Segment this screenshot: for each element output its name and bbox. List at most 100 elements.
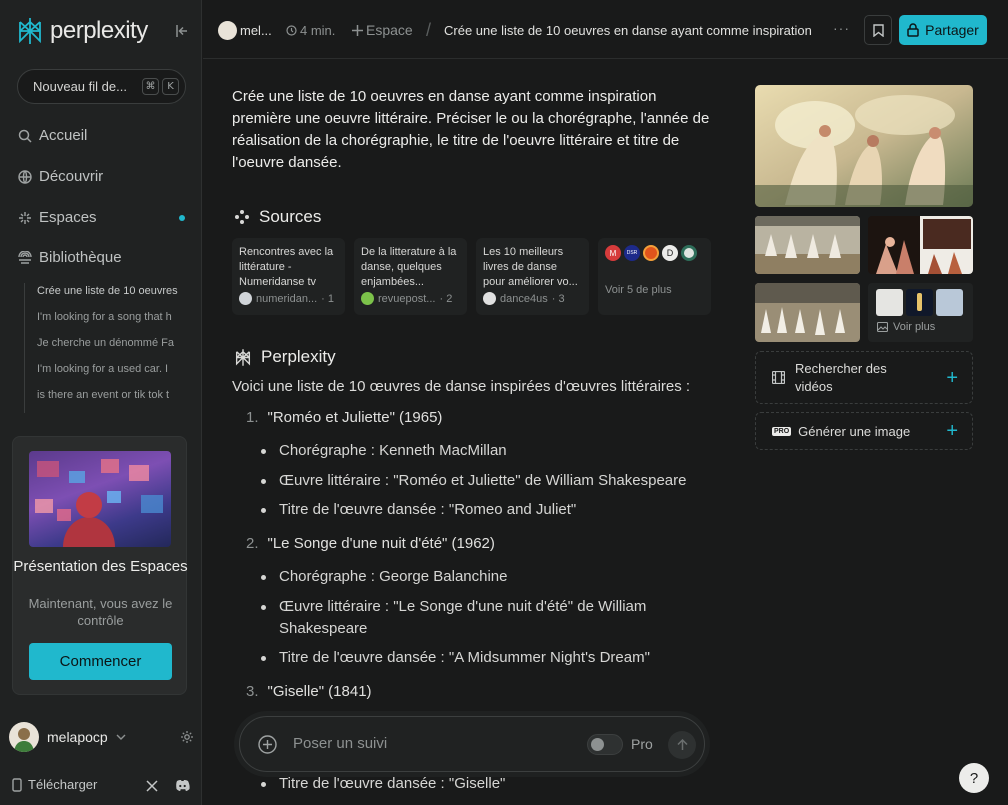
more-options-icon[interactable]: ··· bbox=[833, 20, 850, 36]
source-favicon bbox=[239, 292, 252, 305]
library-thread-item[interactable]: Crée une liste de 10 oeuvres bbox=[25, 283, 186, 309]
share-button[interactable]: Partager bbox=[899, 15, 987, 45]
source-site: revuepost... bbox=[378, 292, 436, 305]
list-item: Chorégraphe : Kenneth MacMillan bbox=[261, 440, 699, 462]
list-item: Œuvre littéraire : "Le Songe d'une nuit … bbox=[261, 596, 683, 640]
list-number: 1. bbox=[246, 409, 259, 426]
source-favicon bbox=[643, 245, 659, 261]
result-image-thumb[interactable] bbox=[868, 216, 973, 274]
user-question: Crée une liste de 10 oeuvres en danse ay… bbox=[232, 88, 710, 171]
source-favicon: D bbox=[662, 245, 678, 261]
nav-item-bibliotheque[interactable]: Bibliothèque bbox=[18, 249, 193, 266]
add-to-space-button[interactable]: Espace bbox=[352, 22, 413, 38]
toggle-knob bbox=[591, 738, 604, 751]
bookmark-button[interactable] bbox=[864, 15, 892, 45]
library-thread-item[interactable]: I'm looking for a song that h bbox=[25, 309, 186, 335]
lock-icon bbox=[907, 23, 919, 37]
source-card[interactable]: Rencontres avec la littérature - Numerid… bbox=[232, 238, 345, 315]
search-videos-label: Rechercher des vidéos bbox=[795, 360, 887, 394]
download-link[interactable]: Télécharger bbox=[12, 777, 97, 792]
start-button[interactable]: Commencer bbox=[29, 643, 172, 680]
header-time: 4 min. bbox=[286, 23, 335, 38]
source-card[interactable]: De la litterature à la danse, quelques e… bbox=[354, 238, 467, 315]
new-thread-label: Nouveau fil de... bbox=[33, 79, 127, 94]
sidebar: perplexity Nouveau fil de... ⌘ K Accueil… bbox=[0, 0, 202, 805]
collapse-sidebar-icon[interactable] bbox=[175, 24, 189, 38]
list-item-heading: 2. "Le Songe d'une nuit d'été" (1962) bbox=[246, 535, 495, 552]
promo-subtitle: Maintenant, vous avez le contrôle bbox=[28, 596, 173, 628]
avatar bbox=[9, 722, 39, 752]
library-thread-item[interactable]: is there an event or tik tok t bbox=[25, 387, 186, 413]
thread-title[interactable]: Crée une liste de 10 oeuvres en danse ay… bbox=[444, 23, 816, 38]
list-item: Titre de l'œuvre dansée : "A Midsummer N… bbox=[261, 647, 699, 669]
nav-item-accueil[interactable]: Accueil bbox=[18, 127, 193, 144]
nav-label: Bibliothèque bbox=[39, 249, 122, 266]
nav-item-decouvrir[interactable]: Découvrir bbox=[18, 168, 193, 185]
result-image-thumb[interactable] bbox=[755, 283, 860, 342]
sources-heading: Sources bbox=[234, 207, 321, 227]
time-label: 4 min. bbox=[300, 23, 336, 38]
search-icon bbox=[18, 129, 32, 143]
user-menu[interactable]: melapocp bbox=[9, 722, 194, 752]
generate-image-label: Générer une image bbox=[798, 423, 911, 439]
source-title: De la litterature à la danse, quelques e… bbox=[361, 246, 457, 288]
library-thread-list: Crée une liste de 10 oeuvres I'm looking… bbox=[24, 283, 186, 413]
download-label: Télécharger bbox=[28, 777, 98, 792]
preview-thumb bbox=[906, 289, 933, 316]
new-thread-button[interactable]: Nouveau fil de... ⌘ K bbox=[17, 69, 186, 104]
work-title: "Le Songe d'une nuit d'été" (1962) bbox=[267, 535, 495, 552]
shortcut-key-cmd: ⌘ bbox=[142, 78, 159, 95]
shortcut-key-k: K bbox=[162, 78, 179, 95]
thread-header: mel... 4 min. Espace / Crée une liste de… bbox=[203, 0, 1008, 59]
list-item: Titre de l'œuvre dansée : "Giselle" bbox=[261, 773, 699, 795]
share-label: Partager bbox=[925, 22, 979, 38]
discord-icon[interactable] bbox=[175, 779, 190, 792]
library-thread-item[interactable]: Je cherche un dénommé Fa bbox=[25, 335, 186, 361]
source-index: · 1 bbox=[321, 292, 334, 305]
nav-label: Découvrir bbox=[39, 168, 104, 185]
help-button[interactable]: ? bbox=[959, 763, 989, 793]
phone-icon bbox=[12, 777, 22, 792]
attach-plus-icon[interactable] bbox=[258, 735, 277, 754]
arrow-up-icon bbox=[676, 739, 688, 751]
chevron-down-icon bbox=[116, 732, 126, 742]
breadcrumb-separator: / bbox=[426, 20, 432, 40]
submit-button[interactable] bbox=[668, 731, 696, 759]
result-image-thumb[interactable] bbox=[755, 216, 860, 274]
header-user[interactable]: mel... bbox=[240, 23, 272, 38]
list-item-heading: 3. "Giselle" (1841) bbox=[246, 683, 372, 700]
source-site: numeridan... bbox=[256, 292, 318, 305]
answer-heading: Perplexity bbox=[234, 347, 336, 367]
search-videos-button[interactable]: Rechercher des vidéos + bbox=[755, 351, 973, 404]
plus-icon bbox=[352, 24, 363, 36]
perplexity-logo-icon bbox=[16, 16, 44, 46]
generate-image-button[interactable]: PRO Générer une image + bbox=[755, 412, 973, 450]
list-item-heading: 1. "Roméo et Juliette" (1965) bbox=[246, 409, 442, 426]
nav-label: Espaces bbox=[39, 209, 97, 226]
gear-icon[interactable] bbox=[180, 730, 194, 744]
plus-icon: + bbox=[946, 366, 958, 389]
library-thread-item[interactable]: I'm looking for a used car. I bbox=[25, 361, 186, 387]
bookmark-icon bbox=[872, 23, 884, 37]
result-image-main[interactable] bbox=[755, 85, 973, 207]
source-title: Rencontres avec la littérature - Numerid… bbox=[239, 246, 334, 288]
work-title: "Giselle" (1841) bbox=[267, 683, 372, 700]
spaces-icon bbox=[18, 211, 32, 225]
source-favicon bbox=[361, 292, 374, 305]
nav-item-espaces[interactable]: Espaces bbox=[18, 209, 193, 226]
x-twitter-icon[interactable] bbox=[146, 780, 158, 792]
list-item: Œuvre littéraire : "Roméo et Juliette" d… bbox=[261, 470, 719, 492]
plus-icon: + bbox=[946, 420, 958, 442]
source-card[interactable]: Les 10 meilleurs livres de danse pour am… bbox=[476, 238, 589, 315]
answer-title: Perplexity bbox=[261, 347, 336, 366]
see-more-sources: Voir 5 de plus bbox=[605, 284, 672, 296]
pro-toggle[interactable] bbox=[587, 734, 623, 755]
see-more-sources-card[interactable]: M DSR D Voir 5 de plus bbox=[598, 238, 711, 315]
list-item: Titre de l'œuvre dansée : "Romeo and Jul… bbox=[261, 499, 699, 521]
follow-up-input[interactable]: Poser un suivi bbox=[293, 735, 387, 752]
source-index: · 3 bbox=[551, 292, 565, 305]
source-favicon: M bbox=[605, 245, 621, 261]
logo[interactable]: perplexity bbox=[16, 16, 148, 46]
see-more-images[interactable]: Voir plus bbox=[868, 283, 973, 342]
source-index: · 2 bbox=[439, 292, 453, 305]
